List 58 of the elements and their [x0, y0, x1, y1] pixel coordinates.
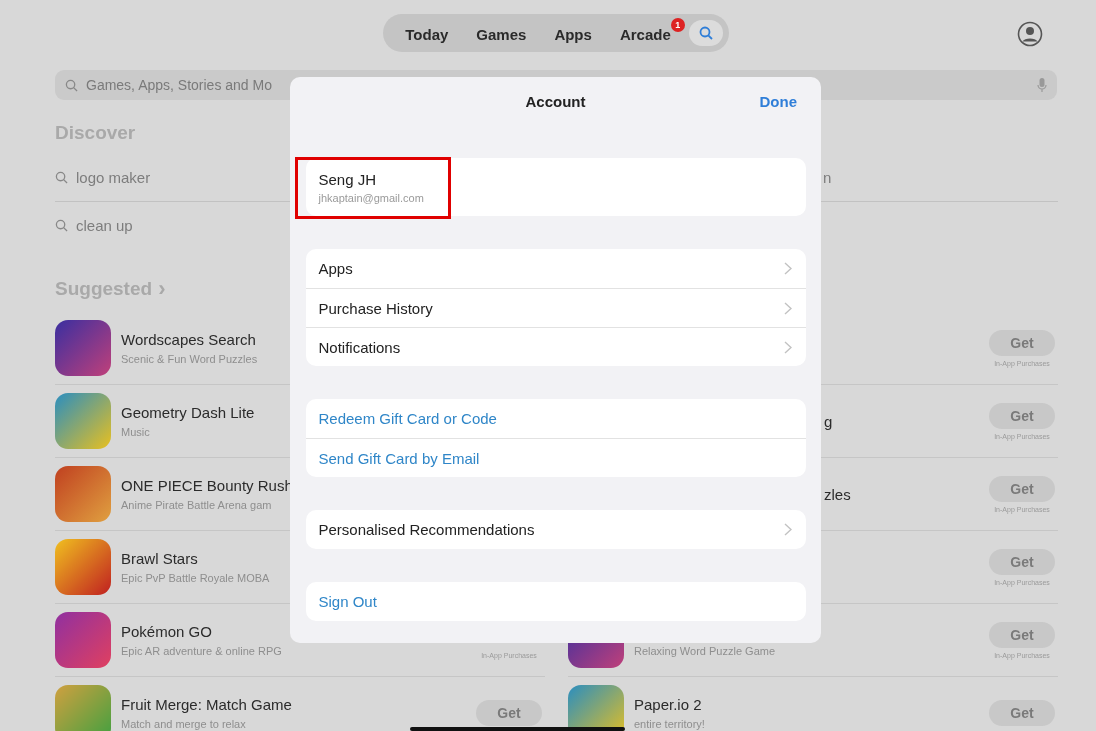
get-button[interactable]: Get	[989, 621, 1055, 648]
account-email: jhkaptain@gmail.com	[318, 191, 425, 204]
app-title: Wordscapes Search	[121, 331, 256, 348]
chevron-icon	[783, 301, 792, 315]
app-icon	[55, 466, 111, 522]
search-suggestion[interactable]: n	[823, 169, 832, 186]
action-link[interactable]: Sign Out	[305, 582, 806, 621]
get-button[interactable]: Get	[989, 548, 1055, 575]
app-subtitle: Epic PvP Battle Royale MOBA	[121, 572, 270, 584]
get-button[interactable]: Get	[989, 329, 1055, 356]
search-icon	[55, 219, 68, 232]
settings-row[interactable]: Apps	[305, 249, 806, 288]
search-tab[interactable]	[688, 20, 723, 46]
app-title: Geometry Dash Lite	[121, 404, 255, 421]
app-title: Fruit Merge: Match Game	[121, 696, 292, 713]
app-subtitle: Relaxing Word Puzzle Game	[634, 645, 776, 657]
app-subtitle: Music	[121, 426, 150, 438]
action-link[interactable]: Redeem Gift Card or Code	[305, 399, 806, 438]
notification-badge: 1	[670, 17, 685, 32]
profile-card[interactable]: Seng JH jhkaptain@gmail.com	[305, 158, 806, 216]
app-subtitle: Anime Pirate Battle Arena gam	[121, 499, 272, 511]
get-button[interactable]: Get	[989, 402, 1055, 429]
app-title: g	[824, 412, 833, 430]
microphone-icon[interactable]	[1037, 77, 1047, 93]
app-title: Pokémon GO	[121, 623, 212, 640]
app-icon	[55, 539, 111, 595]
search-suggestion[interactable]: clean up	[76, 217, 133, 234]
chevron-icon	[783, 523, 792, 536]
nav-tab[interactable]: Arcade 1	[609, 17, 685, 49]
nav-tab[interactable]: Apps	[544, 17, 606, 49]
nav-tab[interactable]: Games	[466, 17, 541, 49]
search-suggestion[interactable]: logo maker	[76, 169, 151, 186]
app-icon	[55, 685, 111, 731]
app-icon	[55, 612, 111, 668]
settings-row[interactable]: Notifications	[305, 327, 806, 366]
nav-tab[interactable]: Today	[395, 17, 463, 49]
chevron-icon	[783, 340, 792, 354]
get-button[interactable]: Get	[476, 700, 542, 726]
search-icon	[65, 78, 78, 92]
search-icon	[698, 26, 713, 40]
chevron-icon	[783, 262, 792, 275]
profile-icon[interactable]	[1017, 21, 1043, 47]
app-title: zles	[824, 485, 851, 503]
app-title: Paper.io 2	[634, 696, 702, 713]
app-subtitle: Epic AR adventure & online RPG	[121, 645, 282, 657]
app-subtitle: entire territory!	[634, 718, 705, 730]
get-button[interactable]: Get	[989, 475, 1055, 502]
action-link[interactable]: Send Gift Card by Email	[305, 438, 806, 477]
settings-row[interactable]: Purchase History	[305, 288, 806, 327]
account-name: Seng JH	[318, 170, 378, 188]
app-subtitle: Match and merge to relax	[121, 718, 246, 730]
app-icon	[55, 320, 111, 376]
app-subtitle: Scenic & Fun Word Puzzles	[121, 353, 258, 365]
settings-row[interactable]: Personalised Recommendations	[305, 510, 806, 549]
app-icon	[55, 393, 111, 449]
app-title: Brawl Stars	[121, 550, 198, 567]
get-button[interactable]: Get	[989, 700, 1055, 726]
search-icon	[55, 171, 68, 184]
